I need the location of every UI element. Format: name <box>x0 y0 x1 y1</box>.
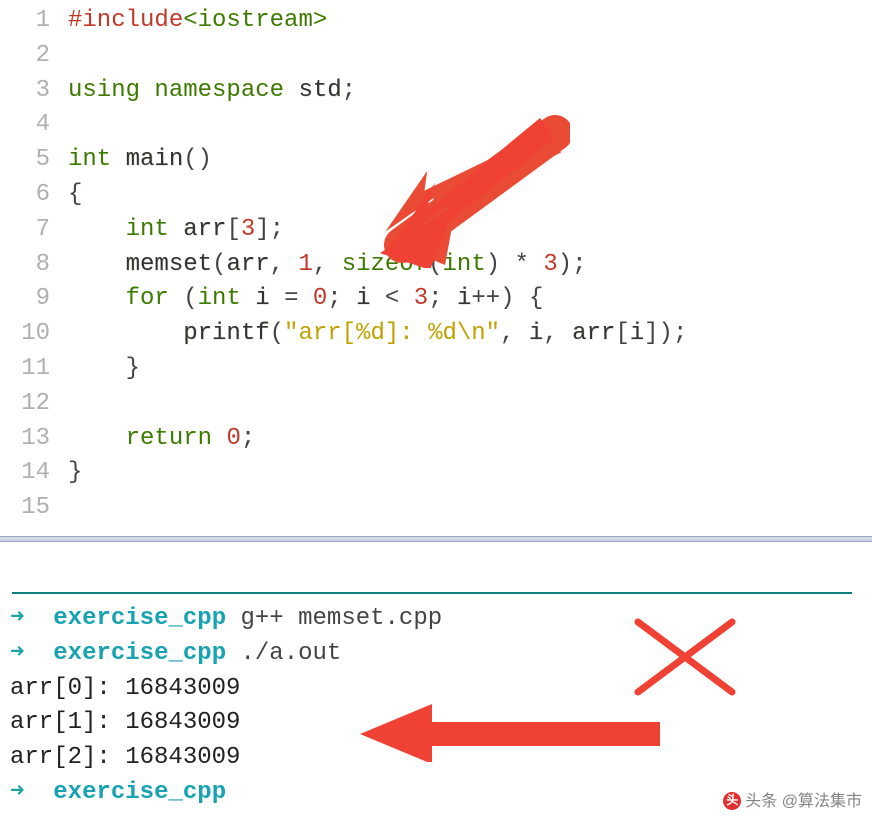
line-number: 2 <box>0 39 68 74</box>
line-number: 11 <box>0 352 68 387</box>
line-number: 5 <box>0 143 68 178</box>
code-line: 11 } <box>0 352 872 387</box>
line-number: 4 <box>0 108 68 143</box>
line-number: 7 <box>0 213 68 248</box>
line-number: 13 <box>0 422 68 457</box>
watermark-text: 头条 @算法集市 <box>745 790 862 813</box>
code-content: printf("arr[%d]: %d\n", i, arr[i]); <box>68 317 687 352</box>
line-number: 10 <box>0 317 68 352</box>
line-number: 6 <box>0 178 68 213</box>
empty-gap <box>0 542 872 592</box>
line-number: 1 <box>0 4 68 39</box>
code-line: 12 <box>0 387 872 422</box>
code-editor-pane: 1#include<iostream>23using namespace std… <box>0 0 872 536</box>
terminal-output-line: arr[2]: 16843009 <box>10 741 862 776</box>
terminal-prompt-line: ➜ exercise_cpp g++ memset.cpp <box>10 602 862 637</box>
code-content: return 0; <box>68 422 255 457</box>
code-line: 6{ <box>0 178 872 213</box>
line-number: 15 <box>0 491 68 526</box>
terminal-top-border <box>12 592 852 594</box>
code-content: { <box>68 178 82 213</box>
line-number: 12 <box>0 387 68 422</box>
code-line: 10 printf("arr[%d]: %d\n", i, arr[i]); <box>0 317 872 352</box>
code-line: 9 for (int i = 0; i < 3; i++) { <box>0 282 872 317</box>
terminal-output-line: arr[0]: 16843009 <box>10 672 862 707</box>
code-content: } <box>68 352 140 387</box>
code-content: } <box>68 456 82 491</box>
line-number: 3 <box>0 74 68 109</box>
code-line: 3using namespace std; <box>0 74 872 109</box>
code-line: 5int main() <box>0 143 872 178</box>
code-line: 2 <box>0 39 872 74</box>
terminal-prompt-line: ➜ exercise_cpp ./a.out <box>10 637 862 672</box>
code-line: 15 <box>0 491 872 526</box>
code-content: #include<iostream> <box>68 4 327 39</box>
code-content: int main() <box>68 143 212 178</box>
code-line: 13 return 0; <box>0 422 872 457</box>
line-number: 9 <box>0 282 68 317</box>
line-number: 8 <box>0 248 68 283</box>
code-line: 4 <box>0 108 872 143</box>
code-content: memset(arr, 1, sizeof(int) * 3); <box>68 248 587 283</box>
watermark: 头 头条 @算法集市 <box>723 790 862 813</box>
code-line: 1#include<iostream> <box>0 4 872 39</box>
terminal-pane: ➜ exercise_cpp g++ memset.cpp➜ exercise_… <box>0 602 872 819</box>
code-line: 7 int arr[3]; <box>0 213 872 248</box>
code-content: int arr[3]; <box>68 213 284 248</box>
terminal-output-line: arr[1]: 16843009 <box>10 706 862 741</box>
code-line: 14} <box>0 456 872 491</box>
code-content: using namespace std; <box>68 74 356 109</box>
code-content: for (int i = 0; i < 3; i++) { <box>68 282 543 317</box>
watermark-logo-icon: 头 <box>723 792 741 810</box>
code-line: 8 memset(arr, 1, sizeof(int) * 3); <box>0 248 872 283</box>
line-number: 14 <box>0 456 68 491</box>
